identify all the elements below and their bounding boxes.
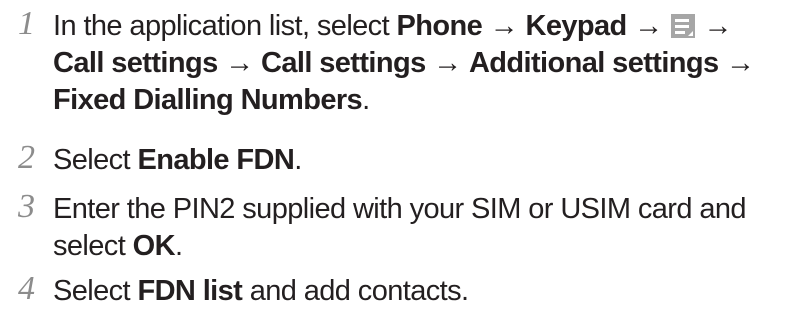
step-text: Select FDN list and add contacts.	[53, 273, 793, 310]
step-outro: and add contacts.	[249, 275, 469, 307]
step-intro: Select	[53, 144, 131, 176]
menu-keypad: Keypad	[525, 10, 627, 42]
step-intro: Select	[53, 275, 131, 307]
option-enable-fdn: Enable FDN	[137, 144, 295, 176]
step-number: 3	[18, 188, 35, 225]
step-text: In the application list, select Phone → …	[53, 8, 793, 119]
menu-list-icon	[671, 14, 695, 38]
arrow: →	[634, 10, 663, 42]
menu-call-settings-sub: Call settings	[260, 47, 426, 79]
arrow: →	[489, 10, 519, 42]
menu-phone: Phone	[396, 10, 483, 42]
step-intro: In the application list, select	[53, 10, 390, 42]
arrow: →	[726, 47, 755, 79]
step-number: 4	[18, 270, 35, 307]
arrow: →	[703, 10, 732, 42]
menu-fixed-dialling-numbers: Fixed Dialling Numbers	[53, 84, 363, 116]
menu-additional-settings: Additional settings	[468, 47, 719, 79]
period: .	[362, 84, 370, 116]
step-text: Enter the PIN2 supplied with your SIM or…	[53, 191, 793, 265]
period: .	[174, 230, 183, 262]
option-fdn-list: FDN list	[137, 275, 243, 307]
step-number: 2	[18, 139, 35, 176]
button-ok: OK	[132, 230, 176, 262]
step-text: Select Enable FDN.	[53, 142, 793, 179]
menu-call-settings: Call settings	[53, 47, 218, 79]
step-number: 1	[18, 5, 35, 42]
arrow: →	[433, 47, 462, 79]
period: .	[294, 144, 302, 176]
arrow: →	[225, 47, 254, 79]
